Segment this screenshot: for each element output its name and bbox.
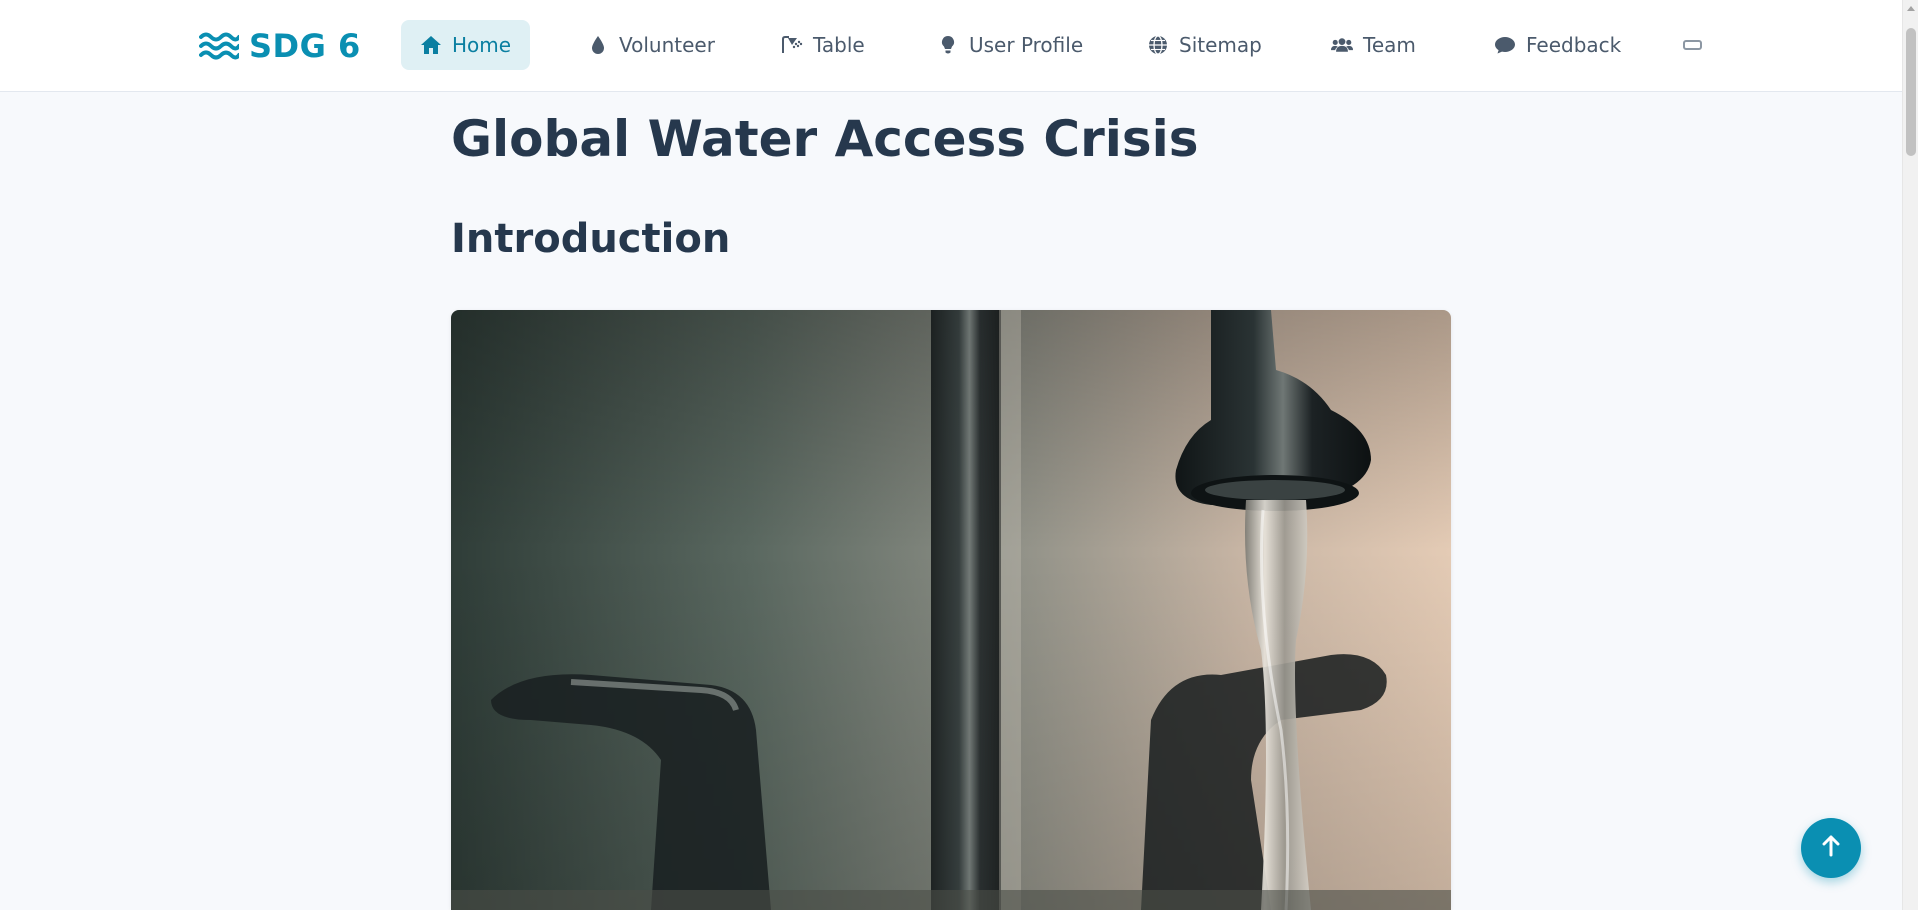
brand-logo[interactable]: SDG 6 xyxy=(199,26,361,66)
back-to-top-button[interactable] xyxy=(1801,818,1861,878)
scroll-up-icon[interactable] xyxy=(1907,6,1915,11)
globe-icon xyxy=(1147,34,1169,56)
section-title-introduction: Introduction xyxy=(451,216,731,262)
home-icon xyxy=(420,34,442,56)
nav-item-label: Volunteer xyxy=(619,33,715,57)
nav-item-feedback[interactable]: Feedback xyxy=(1475,20,1640,70)
brand-name: SDG 6 xyxy=(249,27,361,65)
comment-icon xyxy=(1494,34,1516,56)
users-icon xyxy=(1331,34,1353,56)
nav-item-label: Table xyxy=(813,33,865,57)
droplet-icon xyxy=(587,34,609,56)
nav-item-user-profile[interactable]: User Profile xyxy=(918,20,1102,70)
nav-item-team[interactable]: Team xyxy=(1312,20,1435,70)
water-waves-icon xyxy=(199,31,239,61)
water-faucet-photo xyxy=(451,310,1451,910)
nav-item-label: Sitemap xyxy=(1179,33,1262,57)
nav-item-label: Team xyxy=(1363,33,1416,57)
scrollbar-thumb[interactable] xyxy=(1906,28,1916,156)
nav-item-label: Home xyxy=(452,33,512,57)
nav-item-table[interactable]: Table xyxy=(762,20,884,70)
nav-item-label: Feedback xyxy=(1526,33,1622,57)
shower-icon xyxy=(781,34,803,56)
top-navbar: SDG 6 Home Volunteer Table User Profile … xyxy=(0,0,1902,92)
page: SDG 6 Home Volunteer Table User Profile … xyxy=(0,0,1918,910)
theme-toggle-icon[interactable] xyxy=(1683,40,1702,50)
nav-item-volunteer[interactable]: Volunteer xyxy=(568,20,734,70)
lightbulb-icon xyxy=(937,34,959,56)
page-scrollbar[interactable] xyxy=(1902,0,1918,910)
nav-item-home[interactable]: Home xyxy=(401,20,531,70)
nav-item-label: User Profile xyxy=(969,33,1084,57)
nav-item-sitemap[interactable]: Sitemap xyxy=(1128,20,1281,70)
page-title: Global Water Access Crisis xyxy=(451,110,1199,168)
arrow-up-icon xyxy=(1821,835,1841,861)
